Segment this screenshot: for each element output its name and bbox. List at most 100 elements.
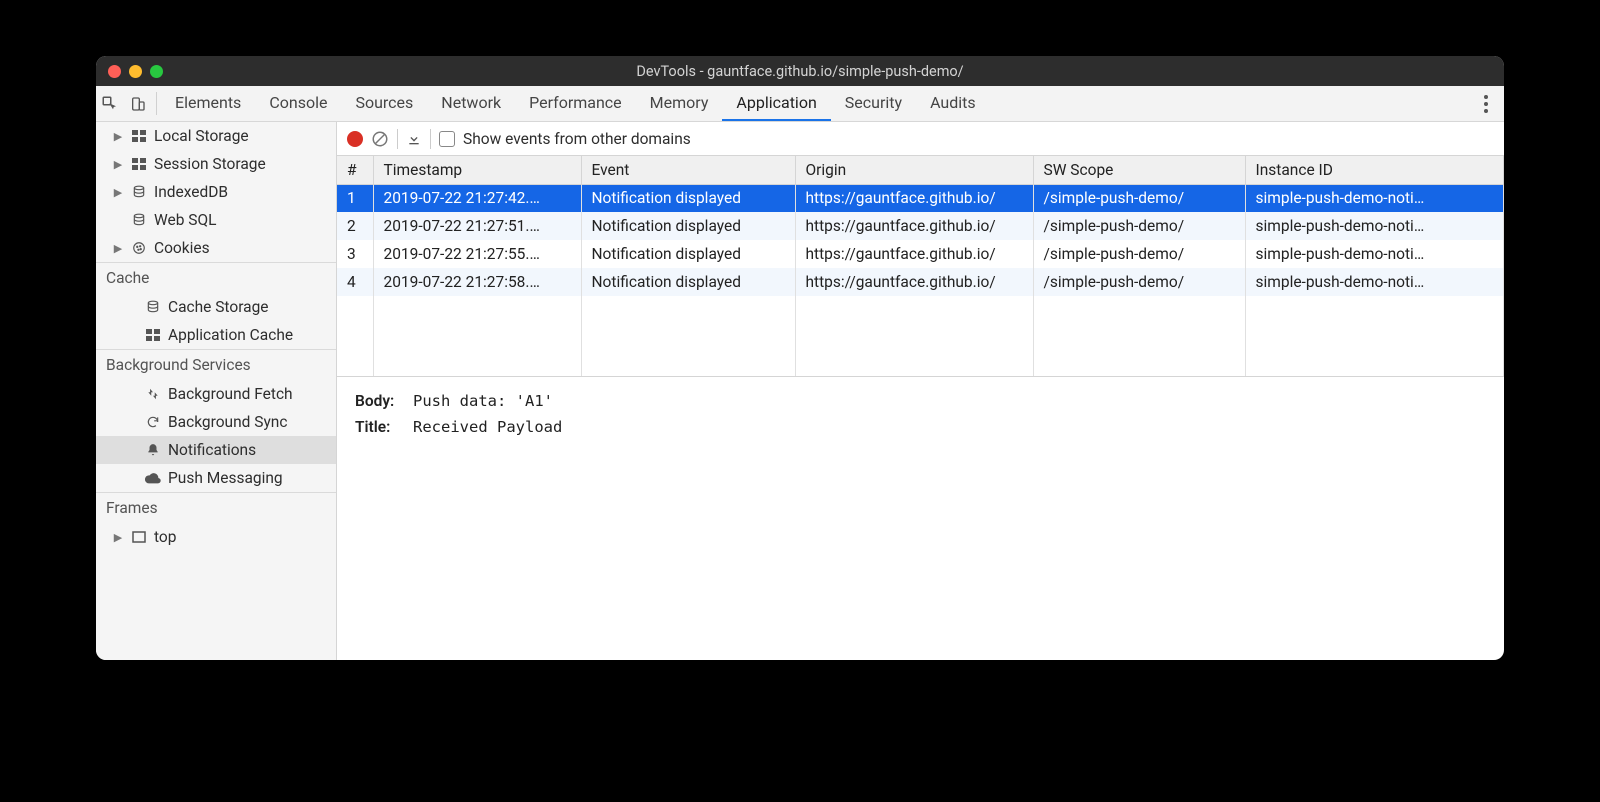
event-details: Body: Push data: 'A1' Title: Received Pa… [337, 377, 1504, 457]
show-other-domains-label: Show events from other domains [463, 130, 691, 148]
sidebar-item-application-cache[interactable]: Application Cache [96, 321, 336, 349]
tab-application[interactable]: Application [722, 86, 830, 121]
cell-instance: simple-push-demo-noti… [1245, 184, 1504, 212]
cell-origin: https://gauntface.github.io/ [795, 240, 1033, 268]
tab-elements[interactable]: Elements [161, 86, 255, 121]
toolbar-divider [397, 129, 398, 149]
clear-button[interactable] [371, 130, 389, 148]
col-sw-scope[interactable]: SW Scope [1033, 156, 1245, 184]
sidebar-item-notifications[interactable]: Notifications [96, 436, 336, 464]
cell-event: Notification displayed [581, 268, 795, 296]
inspect-element-button[interactable] [96, 86, 124, 121]
chevron-right-icon: ▶ [112, 242, 124, 255]
tab-console[interactable]: Console [255, 86, 341, 121]
chevron-right-icon: ▶ [112, 130, 124, 143]
events-toolbar: Show events from other domains [337, 122, 1504, 156]
grid-icon [130, 130, 148, 142]
cell-instance: simple-push-demo-noti… [1245, 212, 1504, 240]
cell-num: 1 [337, 184, 373, 212]
tab-security[interactable]: Security [831, 86, 916, 121]
cell-origin: https://gauntface.github.io/ [795, 184, 1033, 212]
section-header-frames: Frames [96, 493, 336, 523]
sidebar-item-label: Background Fetch [168, 385, 293, 403]
bell-icon [144, 443, 162, 457]
detail-body-value: Push data: 'A1' [413, 391, 553, 411]
table-row[interactable]: 32019-07-22 21:27:55.…Notification displ… [337, 240, 1504, 268]
cell-num: 2 [337, 212, 373, 240]
sidebar-item-local-storage[interactable]: ▶Local Storage [96, 122, 336, 150]
download-button[interactable] [406, 131, 422, 147]
kebab-menu-button[interactable] [1468, 86, 1504, 121]
db-icon [130, 213, 148, 227]
grid-icon [130, 158, 148, 170]
device-toolbar-button[interactable] [124, 86, 152, 121]
sidebar-item-label: Cookies [154, 239, 210, 257]
cell-origin: https://gauntface.github.io/ [795, 212, 1033, 240]
db-icon [144, 300, 162, 314]
show-other-domains-checkbox[interactable] [439, 131, 455, 147]
section-header-bg: Background Services [96, 350, 336, 380]
tabstrip-divider [156, 92, 157, 115]
cookie-icon [130, 241, 148, 255]
cell-origin: https://gauntface.github.io/ [795, 268, 1033, 296]
cell-ts: 2019-07-22 21:27:55.… [373, 240, 581, 268]
sidebar-item-label: Application Cache [168, 326, 293, 344]
table-filler [337, 296, 1504, 376]
col-timestamp[interactable]: Timestamp [373, 156, 581, 184]
cell-instance: simple-push-demo-noti… [1245, 240, 1504, 268]
cell-num: 4 [337, 268, 373, 296]
sidebar-item-cookies[interactable]: ▶ Cookies [96, 234, 336, 262]
table-row[interactable]: 22019-07-22 21:27:51.…Notification displ… [337, 212, 1504, 240]
chevron-right-icon: ▶ [112, 186, 124, 199]
events-table: #TimestampEventOriginSW ScopeInstance ID… [337, 156, 1504, 376]
cell-event: Notification displayed [581, 212, 795, 240]
events-table-wrap: #TimestampEventOriginSW ScopeInstance ID… [337, 156, 1504, 377]
sidebar-item-background-sync[interactable]: Background Sync [96, 408, 336, 436]
tab-memory[interactable]: Memory [636, 86, 723, 121]
sidebar-item-session-storage[interactable]: ▶ Session Storage [96, 150, 336, 178]
cell-ts: 2019-07-22 21:27:51.… [373, 212, 581, 240]
sidebar-item-label: Notifications [168, 441, 256, 459]
cell-scope: /simple-push-demo/ [1033, 240, 1245, 268]
col-origin[interactable]: Origin [795, 156, 1033, 184]
db-icon [130, 185, 148, 199]
section-header-cache: Cache [96, 263, 336, 293]
cell-event: Notification displayed [581, 184, 795, 212]
sidebar-item-label: Session Storage [154, 155, 266, 173]
cell-scope: /simple-push-demo/ [1033, 184, 1245, 212]
cloud-icon [144, 472, 162, 484]
cell-scope: /simple-push-demo/ [1033, 268, 1245, 296]
table-row[interactable]: 42019-07-22 21:27:58.…Notification displ… [337, 268, 1504, 296]
sidebar-item-cache-storage[interactable]: Cache Storage [96, 293, 336, 321]
sidebar-item-background-fetch[interactable]: Background Fetch [96, 380, 336, 408]
cell-ts: 2019-07-22 21:27:58.… [373, 268, 581, 296]
cell-num: 3 [337, 240, 373, 268]
col--[interactable]: # [337, 156, 373, 184]
chevron-right-icon: ▶ [112, 158, 124, 171]
sync-icon [144, 415, 162, 429]
col-event[interactable]: Event [581, 156, 795, 184]
sidebar-item-label: Push Messaging [168, 469, 283, 487]
chevron-right-icon: ▶ [112, 531, 124, 544]
frame-icon [130, 531, 148, 543]
tab-performance[interactable]: Performance [515, 86, 636, 121]
window-title: DevTools - gauntface.github.io/simple-pu… [96, 63, 1504, 80]
sidebar-item-push-messaging[interactable]: Push Messaging [96, 464, 336, 492]
tab-network[interactable]: Network [427, 86, 515, 121]
main-panel: Show events from other domains #Timestam… [337, 122, 1504, 660]
devtools-window: DevTools - gauntface.github.io/simple-pu… [96, 56, 1504, 660]
sidebar-item-indexeddb[interactable]: ▶IndexedDB [96, 178, 336, 206]
frames-top-item[interactable]: ▶ top [96, 523, 336, 551]
tab-audits[interactable]: Audits [916, 86, 990, 121]
col-instance-id[interactable]: Instance ID [1245, 156, 1504, 184]
workspace: ▶Local Storage▶Session Storage▶IndexedDB… [96, 122, 1504, 660]
application-sidebar: ▶Local Storage▶Session Storage▶IndexedDB… [96, 122, 337, 660]
sidebar-item-label: Cache Storage [168, 298, 269, 316]
sidebar-item-label: Background Sync [168, 413, 287, 431]
tab-sources[interactable]: Sources [341, 86, 427, 121]
record-button[interactable] [347, 131, 363, 147]
titlebar: DevTools - gauntface.github.io/simple-pu… [96, 56, 1504, 86]
table-row[interactable]: 12019-07-22 21:27:42.…Notification displ… [337, 184, 1504, 212]
detail-title-label: Title: [355, 417, 407, 437]
sidebar-item-web-sql[interactable]: Web SQL [96, 206, 336, 234]
